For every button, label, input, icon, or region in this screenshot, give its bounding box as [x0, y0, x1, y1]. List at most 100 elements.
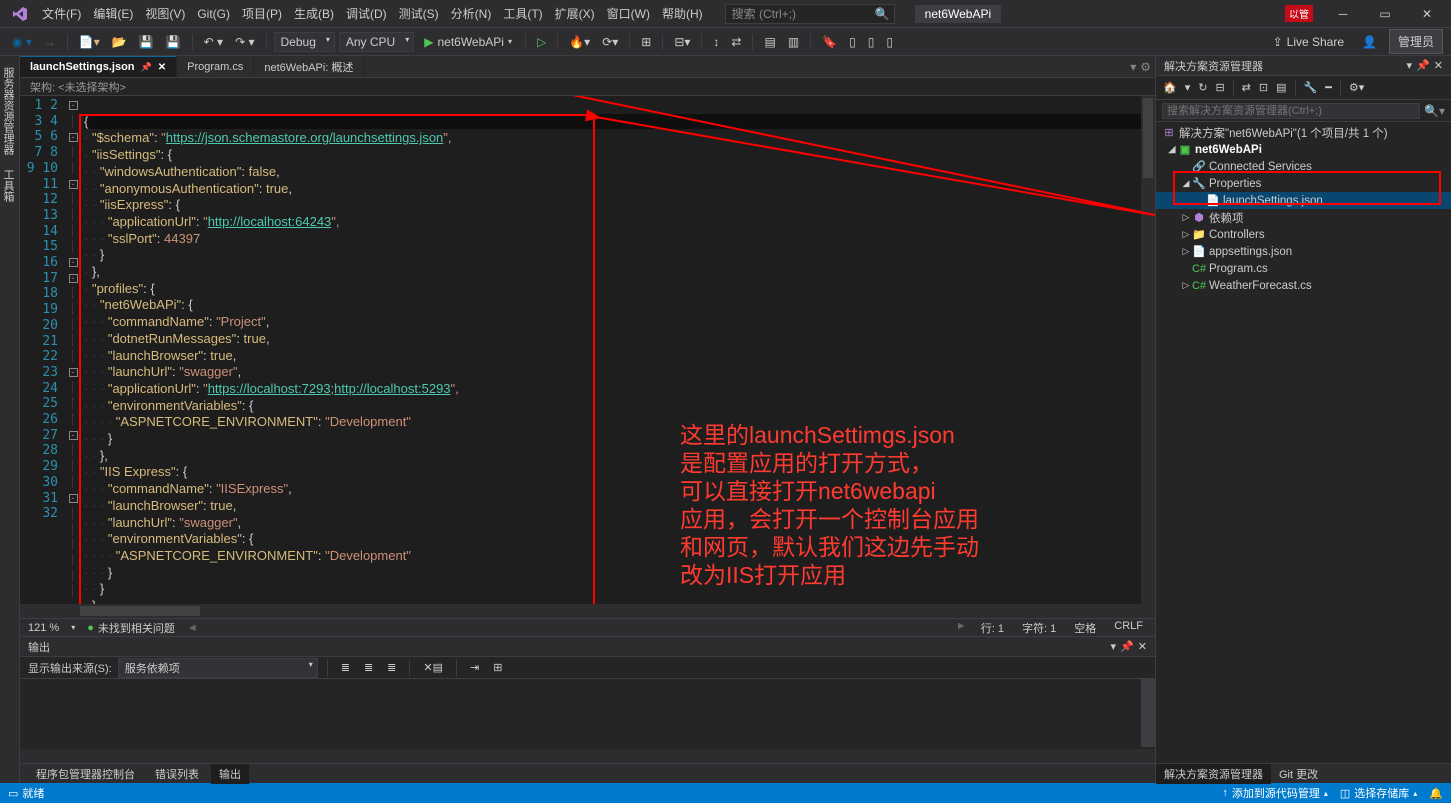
- fold-toggle[interactable]: -: [69, 274, 78, 283]
- output-btn-2[interactable]: ≣: [360, 659, 377, 676]
- menu-window[interactable]: 窗口(W): [601, 1, 656, 26]
- minimize-button[interactable]: ─: [1323, 0, 1363, 28]
- run-button[interactable]: ▶ net6WebAPi ▾: [418, 33, 518, 51]
- tb-misc-8[interactable]: 🔖: [818, 33, 841, 51]
- fold-toggle[interactable]: -: [69, 258, 78, 267]
- expand-icon[interactable]: ▷: [1180, 280, 1192, 291]
- new-project-button[interactable]: 📄▾: [75, 33, 104, 51]
- pin-icon[interactable]: 📌: [141, 62, 152, 73]
- tb-misc-9[interactable]: ▯: [845, 33, 860, 51]
- tb-misc-5[interactable]: ⇄: [727, 33, 745, 51]
- tree-launchsettings[interactable]: 📄 launchSettings.json: [1156, 192, 1451, 209]
- rp-btn-4[interactable]: ⊟: [1212, 79, 1227, 96]
- fold-toggle[interactable]: -: [69, 494, 78, 503]
- admin-button[interactable]: 管理员: [1389, 29, 1443, 54]
- rp-btn-3[interactable]: ↻: [1195, 79, 1210, 96]
- tb-misc-6[interactable]: ▤: [760, 33, 779, 51]
- expand-icon[interactable]: ▷: [1180, 212, 1192, 223]
- tree-project[interactable]: ◢ ▣ net6WebAPi: [1156, 141, 1451, 158]
- undo-button[interactable]: ↶ ▾: [200, 33, 227, 51]
- rp-settings-button[interactable]: ⚙▾: [1346, 79, 1367, 96]
- breadcrumb[interactable]: 架构: <未选择架构>: [20, 78, 1155, 96]
- expand-icon[interactable]: ▷: [1180, 229, 1192, 240]
- rp-home-button[interactable]: 🏠: [1160, 79, 1180, 96]
- rp-btn-7[interactable]: ▤: [1273, 79, 1289, 96]
- rp-tab-solution[interactable]: 解决方案资源管理器: [1156, 764, 1271, 784]
- output-btn-4[interactable]: ⊞: [489, 659, 506, 676]
- output-source-dropdown[interactable]: 服务依赖项: [118, 658, 318, 678]
- status-repo[interactable]: ◫ 选择存储库 ▴: [1340, 785, 1417, 801]
- col-indicator[interactable]: 字符: 1: [1018, 620, 1060, 636]
- platform-dropdown[interactable]: Any CPU: [339, 32, 414, 52]
- toolbox-tab[interactable]: 工具箱: [0, 162, 19, 209]
- nav-back-button[interactable]: ◉ ▾: [8, 33, 36, 51]
- rp-sync-button[interactable]: ⇄: [1239, 79, 1254, 96]
- output-close-icon[interactable]: ✕: [1138, 640, 1147, 653]
- menu-file[interactable]: 文件(F): [36, 1, 87, 26]
- tree-appsettings[interactable]: ▷ 📄 appsettings.json: [1156, 243, 1451, 260]
- fold-toggle[interactable]: -: [69, 101, 78, 110]
- zoom-level[interactable]: 121 %: [28, 622, 59, 634]
- rp-btn-2[interactable]: ▾: [1182, 79, 1194, 96]
- fold-toggle[interactable]: -: [69, 431, 78, 440]
- output-scrollbar-h[interactable]: [20, 749, 1155, 763]
- line-indicator[interactable]: 行: 1: [977, 620, 1008, 636]
- tabs-dropdown-icon[interactable]: ▾: [1130, 60, 1136, 74]
- config-dropdown[interactable]: Debug: [274, 32, 335, 52]
- close-tab-icon[interactable]: ✕: [158, 62, 166, 73]
- code-scrollbar-horizontal[interactable]: [20, 604, 1155, 618]
- server-explorer-tab[interactable]: 服务器资源管理器: [0, 60, 19, 162]
- menu-analyze[interactable]: 分析(N): [445, 1, 498, 26]
- tree-program[interactable]: C# Program.cs: [1156, 260, 1451, 277]
- rp-tab-git[interactable]: Git 更改: [1271, 764, 1326, 784]
- expand-icon[interactable]: ◢: [1180, 178, 1192, 189]
- fold-toggle[interactable]: -: [69, 133, 78, 142]
- file-tab-launchsettings[interactable]: launchSettings.json 📌 ✕: [20, 56, 177, 77]
- code-editor[interactable]: ✚ 1 2 3 4 5 6 7 8 9 10 11 12 13 14 15 16…: [20, 96, 1155, 604]
- output-tab-output[interactable]: 输出: [211, 764, 249, 784]
- status-source-control[interactable]: ↑ 添加到源代码管理 ▴: [1222, 785, 1328, 801]
- output-pin-icon[interactable]: 📌: [1120, 640, 1134, 653]
- feedback-button[interactable]: 👤: [1358, 33, 1381, 51]
- menu-project[interactable]: 项目(P): [236, 1, 288, 26]
- run-no-debug-button[interactable]: ▷: [533, 33, 550, 51]
- output-wrap-button[interactable]: ⇥: [466, 659, 483, 676]
- eol-indicator[interactable]: CRLF: [1110, 620, 1147, 636]
- redo-button[interactable]: ↷ ▾: [231, 33, 258, 51]
- menu-tools[interactable]: 工具(T): [497, 1, 548, 26]
- code-scrollbar-vertical[interactable]: [1141, 96, 1155, 604]
- menu-test[interactable]: 测试(S): [393, 1, 445, 26]
- rp-dropdown-icon[interactable]: ▾: [1407, 59, 1413, 72]
- tree-dependencies[interactable]: ▷ ⬢ 依赖项: [1156, 209, 1451, 226]
- output-btn-1[interactable]: ≣: [337, 659, 354, 676]
- fold-toggle[interactable]: -: [69, 180, 78, 189]
- expand-icon[interactable]: ◢: [1166, 144, 1178, 155]
- menu-git[interactable]: Git(G): [191, 3, 236, 25]
- tabs-settings-icon[interactable]: ⚙: [1140, 60, 1151, 74]
- tb-misc-11[interactable]: ▯: [882, 33, 897, 51]
- menu-view[interactable]: 视图(V): [139, 1, 191, 26]
- tb-misc-4[interactable]: ↕: [709, 33, 723, 51]
- hot-reload-button[interactable]: 🔥▾: [565, 33, 594, 51]
- close-button[interactable]: ✕: [1407, 0, 1447, 28]
- menu-extensions[interactable]: 扩展(X): [549, 1, 601, 26]
- file-tab-overview[interactable]: net6WebAPi: 概述: [254, 56, 364, 77]
- output-tab-errors[interactable]: 错误列表: [147, 764, 207, 784]
- save-all-button[interactable]: 💾: [162, 33, 185, 51]
- expand-icon[interactable]: ▷: [1180, 246, 1192, 257]
- solution-search-input[interactable]: [1162, 103, 1420, 119]
- rp-btn-9[interactable]: ━: [1322, 79, 1335, 96]
- live-share-button[interactable]: ⇪ Live Share: [1267, 33, 1350, 51]
- menu-edit[interactable]: 编辑(E): [87, 1, 139, 26]
- tree-weather[interactable]: ▷ C# WeatherForecast.cs: [1156, 277, 1451, 294]
- fold-toggle[interactable]: -: [69, 368, 78, 377]
- nav-fwd-button[interactable]: →: [40, 33, 60, 51]
- rp-btn-8[interactable]: 🔧: [1301, 79, 1321, 96]
- save-button[interactable]: 💾: [135, 33, 158, 51]
- output-dropdown-icon[interactable]: ▾: [1111, 640, 1117, 653]
- tb-misc-10[interactable]: ▯: [864, 33, 879, 51]
- rp-pin-icon[interactable]: 📌: [1416, 59, 1430, 72]
- file-tab-program[interactable]: Program.cs: [177, 56, 254, 77]
- status-bell[interactable]: 🔔: [1429, 787, 1443, 800]
- menu-help[interactable]: 帮助(H): [656, 1, 709, 26]
